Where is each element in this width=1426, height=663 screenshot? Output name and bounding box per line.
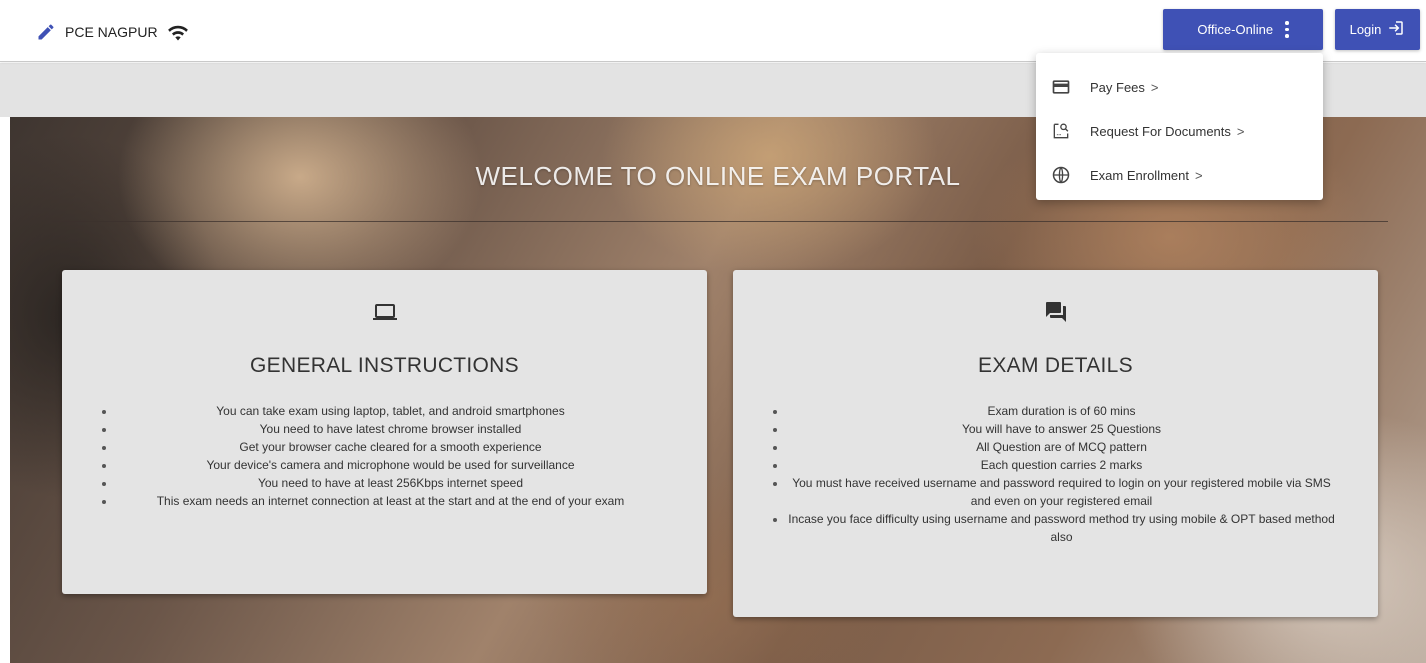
chevron-right-icon: > bbox=[1194, 167, 1203, 183]
list-item: You need to have at least 256Kbps intern… bbox=[116, 474, 665, 492]
list-item: Your device's camera and microphone woul… bbox=[116, 456, 665, 474]
list-item: All Question are of MCQ pattern bbox=[787, 438, 1336, 456]
menu-item-pay-fees[interactable]: Pay Fees > bbox=[1036, 65, 1323, 109]
general-instructions-list: You can take exam using laptop, tablet, … bbox=[62, 402, 707, 510]
hero-divider bbox=[52, 221, 1388, 222]
pencil-icon bbox=[36, 22, 56, 42]
list-item: This exam needs an internet connection a… bbox=[116, 492, 665, 510]
general-instructions-card: GENERAL INSTRUCTIONS You can take exam u… bbox=[62, 270, 707, 594]
general-instructions-title: GENERAL INSTRUCTIONS bbox=[250, 354, 519, 377]
wifi-icon bbox=[167, 23, 189, 41]
credit-card-icon bbox=[1051, 77, 1071, 97]
brand-link[interactable]: PCE NAGPUR bbox=[36, 20, 189, 44]
list-item: Each question carries 2 marks bbox=[787, 456, 1336, 474]
list-item: You will have to answer 25 Questions bbox=[787, 420, 1336, 438]
list-item: You can take exam using laptop, tablet, … bbox=[116, 402, 665, 420]
menu-item-label: Pay Fees bbox=[1090, 79, 1145, 95]
chevron-right-icon: > bbox=[1236, 123, 1245, 139]
list-item: Incase you face difficulty using usernam… bbox=[787, 510, 1336, 546]
exam-details-card: EXAM DETAILS Exam duration is of 60 mins… bbox=[733, 270, 1378, 617]
brand-label: PCE NAGPUR bbox=[65, 24, 158, 40]
chat-icon bbox=[1044, 300, 1068, 324]
list-item: You need to have latest chrome browser i… bbox=[116, 420, 665, 438]
chevron-right-icon: > bbox=[1150, 79, 1159, 95]
office-online-label: Office-Online bbox=[1197, 22, 1274, 37]
menu-item-label: Exam Enrollment bbox=[1090, 167, 1189, 183]
list-item: You must have received username and pass… bbox=[787, 474, 1336, 510]
login-icon bbox=[1387, 19, 1405, 40]
list-item: Get your browser cache cleared for a smo… bbox=[116, 438, 665, 456]
login-label: Login bbox=[1349, 22, 1382, 37]
exam-details-list: Exam duration is of 60 mins You will hav… bbox=[733, 402, 1378, 546]
globe-icon bbox=[1051, 165, 1071, 185]
more-vert-icon bbox=[1285, 21, 1289, 38]
exam-details-title: EXAM DETAILS bbox=[978, 354, 1133, 377]
office-online-button[interactable]: Office-Online bbox=[1163, 9, 1323, 50]
login-button[interactable]: Login bbox=[1335, 9, 1420, 50]
document-search-icon bbox=[1051, 121, 1071, 141]
menu-item-label: Request For Documents bbox=[1090, 123, 1231, 139]
menu-item-request-documents[interactable]: Request For Documents > bbox=[1036, 109, 1323, 153]
menu-item-exam-enrollment[interactable]: Exam Enrollment > bbox=[1036, 153, 1323, 197]
list-item: Exam duration is of 60 mins bbox=[787, 402, 1336, 420]
office-online-menu: Pay Fees > Request For Documents > Exam … bbox=[1036, 53, 1323, 200]
laptop-icon bbox=[372, 300, 397, 324]
